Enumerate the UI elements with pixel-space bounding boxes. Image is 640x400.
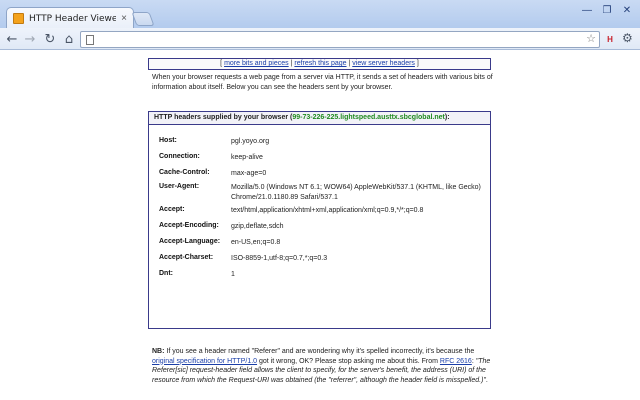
header-name: Dnt: [159,270,173,277]
http10-spec-link[interactable]: original specification for HTTP/1.0 [152,358,257,365]
header-value: 1 [231,271,235,278]
nav-separator: | [348,60,351,67]
intro-text: When your browser requests a web page fr… [152,74,493,91]
new-tab-button[interactable] [131,12,155,26]
header-name: Connection: [159,153,200,160]
favicon-icon [13,13,24,24]
browser-toolbar: ← → ↻ ⌂ ☆ H ⚙ [0,28,640,50]
browser-tab[interactable]: HTTP Header Viewer: list b × [6,7,134,29]
tab-close-icon[interactable]: × [121,13,127,24]
title-suffix: ): [444,114,450,121]
nb-text: got it wrong, OK? Please stop asking me … [257,357,440,365]
header-value: gzip,deflate,sdch [231,223,284,230]
address-bar[interactable]: ☆ [80,31,600,48]
minimize-icon[interactable]: — [578,2,596,18]
header-value: en-US,en;q=0.8 [231,239,281,246]
header-name: User-Agent: [159,183,200,190]
header-name: Accept-Language: [159,238,221,245]
header-name: Host: [159,137,177,144]
tab-title: HTTP Header Viewer: list b [29,13,117,24]
nb-text: If you see a header named "Referer" and … [164,348,475,355]
client-hostname: 99-73-226-225.lightspeed.austtx.sbcgloba… [292,114,445,121]
refresh-page-link[interactable]: refresh this page [294,60,346,67]
reload-icon[interactable]: ↻ [42,31,58,47]
nav-bracket: [ [220,60,223,67]
header-name: Accept-Charset: [159,254,214,261]
header-value: max-age=0 [231,170,267,177]
headers-box: HTTP headers supplied by your browser (9… [148,111,491,329]
wrench-menu-icon[interactable]: ⚙ [622,31,633,45]
more-bits-link[interactable]: more bits and pieces [224,60,289,67]
home-icon[interactable]: ⌂ [61,31,77,47]
nb-note: NB: If you see a header named "Referer" … [152,347,497,385]
page-content: [ more bits and pieces | refresh this pa… [0,51,640,400]
maximize-icon[interactable]: ❐ [598,2,616,18]
url-input[interactable] [98,34,599,45]
header-value: pgl.yoyo.org [231,138,270,145]
header-value: text/html,application/xhtml+xml,applicat… [231,207,424,214]
extension-icon[interactable]: H [602,32,618,46]
header-name: Cache-Control: [159,169,210,176]
rfc2616-link[interactable]: RFC 2616 [440,358,472,365]
header-value: keep-alive [231,154,263,161]
title-prefix: HTTP headers supplied by your browser ( [154,114,293,121]
forward-arrow-icon[interactable]: → [22,31,38,47]
nav-links-box: [ more bits and pieces | refresh this pa… [148,58,491,70]
nav-separator: | [290,60,293,67]
nb-label: NB: [152,348,165,355]
title-bar: HTTP Header Viewer: list b × — ❐ ✕ [0,0,640,29]
headers-box-title: HTTP headers supplied by your browser (9… [149,112,490,125]
nav-bracket: ] [416,60,419,67]
header-value: ISO-8859-1,utf-8;q=0.7,*;q=0.3 [231,255,328,262]
page-icon [86,34,94,45]
back-arrow-icon[interactable]: ← [4,31,20,47]
view-server-headers-link[interactable]: view server headers [352,60,415,67]
header-name: Accept: [159,206,185,213]
nb-text: . [485,376,488,384]
bookmark-star-icon[interactable]: ☆ [586,32,596,45]
header-value: Mozilla/5.0 (Windows NT 6.1; WOW64) Appl… [231,184,481,201]
window-close-icon[interactable]: ✕ [618,2,636,18]
header-name: Accept-Encoding: [159,222,219,229]
